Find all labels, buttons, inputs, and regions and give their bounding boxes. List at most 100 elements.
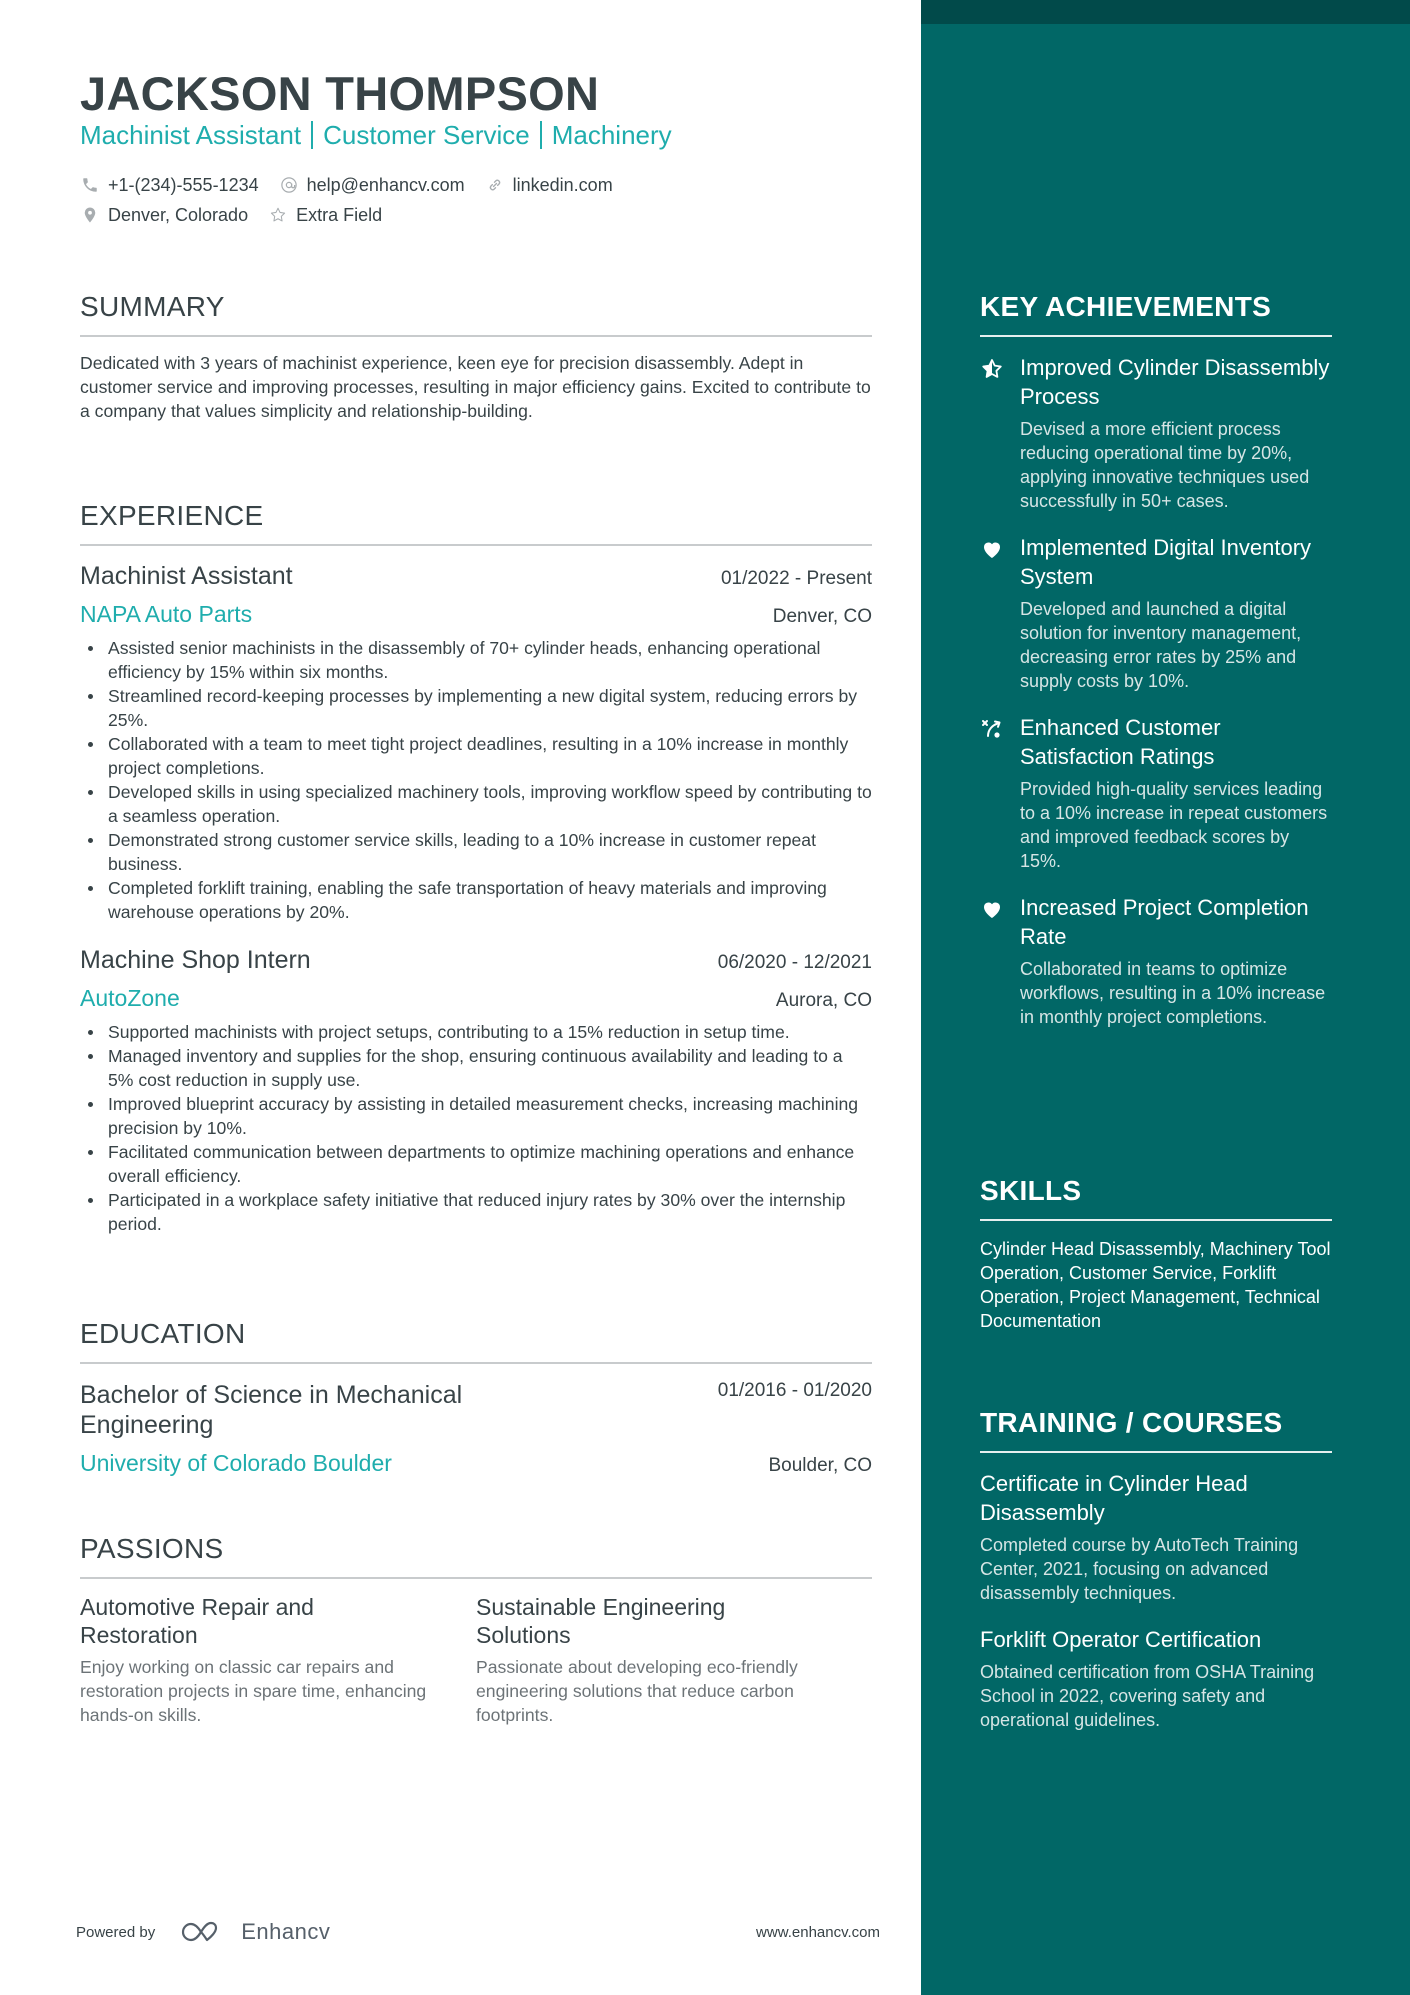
passion-item: Automotive Repair and Restoration Enjoy … <box>80 1593 476 1727</box>
achievement-body: Improved Cylinder Disassembly Process De… <box>1020 353 1332 513</box>
candidate-name: JACKSON THOMPSON <box>80 67 600 120</box>
headline-separator <box>311 121 314 149</box>
bullet-item: Collaborated with a team to meet tight p… <box>80 732 872 780</box>
course-title: Certificate in Cylinder Head Disassembly <box>980 1471 1248 1525</box>
job-header: Machine Shop Intern 06/2020 - 12/2021 <box>80 946 872 975</box>
contact-email[interactable]: help@enhancv.com <box>279 175 465 196</box>
achievement-title: Implemented Digital Inventory System <box>1020 535 1312 589</box>
course-description: Completed course by AutoTech Training Ce… <box>980 1535 1299 1603</box>
headline-domain: Machinery <box>551 120 672 150</box>
bullet-item: Supported machinists with project setups… <box>80 1020 872 1044</box>
email-text: help@enhancv.com <box>306 174 465 195</box>
summary-section: SUMMARY Dedicated with 3 years of machin… <box>80 291 872 423</box>
linkedin-text: linkedin.com <box>512 174 613 195</box>
skills-section: SKILLS Cylinder Head Disassembly, Machin… <box>980 1175 1332 1333</box>
school-name: University of Colorado Boulder <box>80 1450 392 1476</box>
headline-separator <box>539 121 542 149</box>
footer: Powered by Enhancv www.enhancv.com <box>76 1912 880 1952</box>
section-title: EXPERIENCE <box>80 500 264 531</box>
achievement-title: Enhanced Customer Satisfaction Ratings <box>1020 715 1221 769</box>
course-title: Forklift Operator Certification <box>980 1627 1262 1652</box>
education-entry: Bachelor of Science in Mechanical Engine… <box>80 1380 872 1477</box>
company-row: NAPA Auto Parts Denver, CO <box>80 601 872 628</box>
school-location: Boulder, CO <box>768 1455 873 1476</box>
contact-location: Denver, Colorado <box>80 205 248 226</box>
contact-row: Denver, Colorado Extra Field <box>80 202 633 228</box>
job-location: Aurora, CO <box>775 990 872 1011</box>
headline-role: Machinist Assistant <box>80 120 302 150</box>
headline: Machinist Assistant Customer Service Machi… <box>80 120 672 151</box>
company-name: AutoZone <box>80 985 180 1011</box>
achievement-description: Developed and launched a digital solutio… <box>1020 599 1302 691</box>
enhancv-logo-icon <box>182 1921 218 1942</box>
achievement-item: Implemented Digital Inventory System Dev… <box>980 533 1332 693</box>
link-icon <box>485 175 505 195</box>
phone-text: +1-(234)-555-1234 <box>108 174 259 195</box>
job-title: Machinist Assistant <box>80 562 293 590</box>
passion-item: Sustainable Engineering Solutions Passio… <box>476 1593 872 1727</box>
strategy-icon <box>980 713 1020 873</box>
achievement-title: Increased Project Completion Rate <box>1020 895 1309 949</box>
section-title: PASSIONS <box>80 1533 224 1564</box>
passion-title: Sustainable Engineering Solutions <box>476 1594 726 1648</box>
skills-text: Cylinder Head Disassembly, Machinery Too… <box>980 1239 1331 1331</box>
job-title: Machine Shop Intern <box>80 946 311 974</box>
job-location: Denver, CO <box>772 606 872 627</box>
resume-page: JACKSON THOMPSON Machinist Assistant Cust… <box>0 0 1410 1995</box>
section-title: EDUCATION <box>80 1318 246 1349</box>
section-title: TRAINING / COURSES <box>980 1407 1283 1438</box>
bullet-item: Participated in a workplace safety initi… <box>80 1188 872 1236</box>
bullet-item: Improved blueprint accuracy by assisting… <box>80 1092 872 1140</box>
job-bullets: Assisted senior machinists in the disass… <box>80 636 872 924</box>
sidebar-top-band <box>921 0 1410 24</box>
contact-extra: Extra Field <box>268 205 382 226</box>
degree-title: Bachelor of Science in Mechanical Engine… <box>80 1381 463 1439</box>
company-name: NAPA Auto Parts <box>80 601 253 627</box>
achievements-section: KEY ACHIEVEMENTS Improved Cylinder Disas… <box>980 291 1332 1029</box>
passion-description: Enjoy working on classic car repairs and… <box>80 1657 427 1725</box>
training-section: TRAINING / COURSES Certificate in Cylind… <box>980 1407 1332 1732</box>
website-link[interactable]: www.enhancv.com <box>756 1924 880 1941</box>
achievement-item: Increased Project Completion Rate Collab… <box>980 893 1332 1029</box>
section-divider <box>980 1219 1332 1221</box>
section-divider <box>80 544 872 546</box>
experience-section: EXPERIENCE Machinist Assistant 01/2022 -… <box>80 500 872 1236</box>
heart-icon <box>980 893 1020 1029</box>
star-outline-icon <box>268 205 288 225</box>
contact-phone[interactable]: +1-(234)-555-1234 <box>80 175 259 196</box>
bullet-item: Completed forklift training, enabling th… <box>80 876 872 924</box>
section-title: KEY ACHIEVEMENTS <box>980 291 1272 322</box>
phone-icon <box>80 175 100 195</box>
star-half-icon <box>980 353 1020 513</box>
enhancv-logo[interactable]: Enhancv <box>181 1919 330 1945</box>
contact-linkedin[interactable]: linkedin.com <box>485 175 613 196</box>
job-dates: 01/2022 - Present <box>720 568 872 589</box>
education-dates: 01/2016 - 01/2020 <box>717 1380 872 1401</box>
bullet-item: Facilitated communication between depart… <box>80 1140 872 1188</box>
education-header: Bachelor of Science in Mechanical Engine… <box>80 1380 872 1440</box>
achievement-description: Collaborated in teams to optimize workfl… <box>1020 959 1326 1027</box>
job-bullets: Supported machinists with project setups… <box>80 1020 872 1236</box>
bullet-item: Streamlined record-keeping processes by … <box>80 684 872 732</box>
job-header: Machinist Assistant 01/2022 - Present <box>80 562 872 591</box>
bullet-item: Developed skills in using specialized ma… <box>80 780 872 828</box>
section-title: SKILLS <box>980 1175 1082 1206</box>
section-divider <box>980 1451 1332 1453</box>
achievement-item: Enhanced Customer Satisfaction Ratings P… <box>980 713 1332 873</box>
passions-section: PASSIONS Automotive Repair and Restorati… <box>80 1533 872 1727</box>
bullet-item: Demonstrated strong customer service ski… <box>80 828 872 876</box>
map-pin-icon <box>80 205 100 225</box>
achievement-item: Improved Cylinder Disassembly Process De… <box>980 353 1332 513</box>
school-row: University of Colorado Boulder Boulder, … <box>80 1450 872 1477</box>
sidebar: KEY ACHIEVEMENTS Improved Cylinder Disas… <box>921 0 1410 1995</box>
achievement-body: Increased Project Completion Rate Collab… <box>1020 893 1332 1029</box>
job-entry: Machine Shop Intern 06/2020 - 12/2021 Au… <box>80 946 872 1236</box>
section-divider <box>80 1362 872 1364</box>
section-divider <box>980 335 1332 337</box>
section-divider <box>80 1577 872 1579</box>
contact-info: +1-(234)-555-1234 help@enhancv.com linke… <box>80 172 633 232</box>
job-entry: Machinist Assistant 01/2022 - Present NA… <box>80 562 872 924</box>
course-item: Certificate in Cylinder Head Disassembly… <box>980 1469 1332 1605</box>
bullet-item: Managed inventory and supplies for the s… <box>80 1044 872 1092</box>
course-description: Obtained certification from OSHA Trainin… <box>980 1662 1315 1730</box>
